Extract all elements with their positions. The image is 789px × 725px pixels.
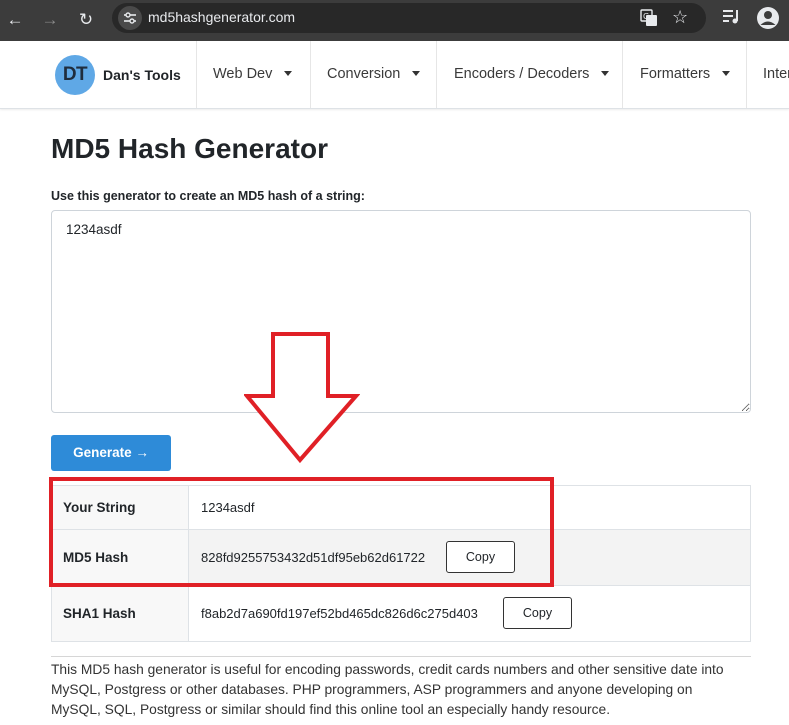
table-row: SHA1 Hash f8ab2d7a690fd197ef52bd465dc826… — [52, 586, 750, 641]
translate-icon[interactable]: G — [640, 9, 658, 27]
address-bar[interactable]: md5hashgenerator.com G ☆ — [112, 3, 706, 33]
caret-down-icon — [412, 70, 421, 76]
row-label: SHA1 Hash — [52, 586, 189, 641]
sha1-hash-value: f8ab2d7a690fd197ef52bd465dc826d6c275d403 — [201, 606, 478, 621]
caret-down-icon — [601, 70, 610, 76]
back-icon[interactable]: ← — [1, 6, 29, 34]
star-icon[interactable]: ☆ — [672, 6, 688, 28]
url-text: md5hashgenerator.com — [148, 9, 296, 25]
nav-item-conversion[interactable]: Conversion — [310, 41, 436, 108]
input-label: Use this generator to create an MD5 hash… — [51, 189, 365, 203]
generate-button[interactable]: Generate → — [51, 435, 171, 471]
nav-item-label: Conversion — [327, 66, 401, 82]
string-input[interactable]: 1234asdf — [51, 210, 751, 413]
reload-icon[interactable]: ↻ — [72, 6, 100, 34]
nav-item-encoders-decoders[interactable]: Encoders / Decoders — [436, 41, 622, 108]
nav-item-formatters[interactable]: Formatters — [622, 41, 746, 108]
media-icon[interactable] — [722, 9, 740, 25]
divider — [51, 656, 751, 657]
brand-name[interactable]: Dan's Tools — [103, 67, 181, 83]
nav-item-inter[interactable]: Inter — [746, 41, 789, 108]
nav-item-label: Formatters — [640, 66, 711, 82]
page-title: MD5 Hash Generator — [51, 133, 328, 164]
logo[interactable]: DT — [55, 55, 95, 95]
description-text: This MD5 hash generator is useful for en… — [51, 662, 724, 717]
profile-icon[interactable] — [756, 6, 780, 30]
forward-icon[interactable]: → — [36, 6, 64, 34]
nav-item-web-dev[interactable]: Web Dev — [196, 41, 310, 108]
annotation-highlight-box — [49, 477, 554, 587]
browser-toolbar: ← → ↻ md5hashgenerator.com G ☆ — [0, 0, 789, 41]
nav-item-label: Inter — [763, 66, 789, 82]
annotation-arrow-icon — [244, 332, 360, 464]
svg-text:G: G — [643, 12, 649, 21]
caret-down-icon — [284, 70, 293, 76]
site-navbar: DT Dan's Tools Web Dev Conversion Encode… — [0, 41, 789, 109]
nav-item-label: Encoders / Decoders — [454, 66, 590, 82]
nav-item-label: Web Dev — [213, 66, 273, 82]
caret-down-icon — [722, 70, 731, 76]
site-info-icon[interactable] — [118, 6, 142, 30]
copy-sha1-button[interactable]: Copy — [503, 597, 572, 629]
